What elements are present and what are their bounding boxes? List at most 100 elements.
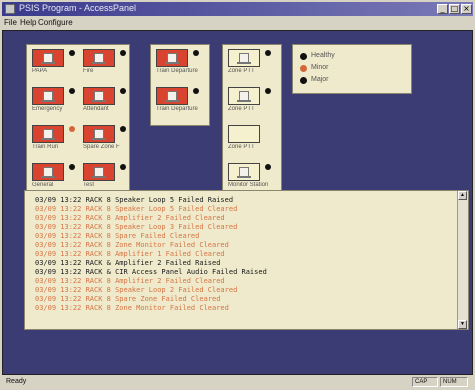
log-entry: 03/09 13:22 RACK 8 Amplifier 2 Failed Cl…: [35, 277, 225, 285]
tile-label: Train Departure: [156, 68, 198, 74]
menu-bar: File Help Configure: [2, 17, 473, 29]
log-entry: 03/09 13:22 RACK 8 Speaker Loop 2 Failed…: [35, 286, 238, 294]
tile-general[interactable]: General: [32, 163, 84, 191]
tile-button[interactable]: [156, 49, 188, 67]
speaker-icon: [237, 91, 251, 102]
status-cap: CAP: [412, 377, 438, 387]
tile-zone-ptt-2[interactable]: Zone PTT: [228, 87, 280, 115]
status-bar: Ready CAP NUM: [2, 377, 473, 388]
status-indicator: [120, 50, 126, 56]
speaker-icon: [41, 53, 55, 64]
status-indicator: [265, 88, 271, 94]
log-entry: 03/09 13:22 RACK 8 Zone Monitor Failed C…: [35, 304, 229, 312]
tile-button[interactable]: [228, 87, 260, 105]
speaker-icon: [92, 129, 106, 140]
tile-label: Zone PTT: [228, 68, 255, 74]
status-indicator: [69, 126, 75, 132]
menu-help[interactable]: Help: [20, 18, 36, 27]
tile-label: Test: [83, 182, 95, 188]
tile-button[interactable]: [32, 49, 64, 67]
tile-label: Zone PTT: [228, 106, 255, 112]
tile-button[interactable]: [228, 125, 260, 143]
minimize-button[interactable]: _: [437, 4, 448, 14]
log-entry: 03/09 13:22 RACK 8 Speaker Loop 5 Failed…: [35, 196, 234, 204]
log-entry: 03/09 13:22 RACK 8 Amplifier 2 Failed Cl…: [35, 214, 225, 222]
tile-button[interactable]: [83, 49, 115, 67]
legend-dot: [300, 77, 307, 84]
speaker-icon: [165, 53, 179, 64]
status-indicator: [193, 50, 199, 56]
status-indicator: [193, 88, 199, 94]
status-indicator: [69, 50, 75, 56]
tile-button[interactable]: [228, 163, 260, 181]
speaker-icon: [237, 53, 251, 64]
tile-fire[interactable]: Fire: [83, 49, 135, 77]
status-indicator: [265, 164, 271, 170]
menu-configure[interactable]: Configure: [38, 18, 73, 27]
tile-monitor-station[interactable]: Monitor Station: [228, 163, 280, 191]
legend-item-minor: Minor: [300, 64, 400, 74]
app-icon: [5, 4, 15, 14]
speaker-icon: [92, 53, 106, 64]
status-indicator: [120, 88, 126, 94]
status-num: NUM: [440, 377, 468, 387]
status-indicator: [69, 88, 75, 94]
tile-attendant[interactable]: Attendant: [83, 87, 135, 115]
log-entry: 03/09 13:22 RACK & Amplifier 2 Failed Ra…: [35, 259, 221, 267]
legend-dot: [300, 65, 307, 72]
tile-button[interactable]: [32, 163, 64, 181]
tile-train-departure-2[interactable]: Train Departure: [156, 87, 208, 115]
log-entry: 03/09 13:22 RACK 8 Zone Monitor Failed C…: [35, 241, 229, 249]
maximize-button[interactable]: □: [449, 4, 460, 14]
legend-item-major: Major: [300, 76, 400, 86]
tile-button[interactable]: [32, 125, 64, 143]
tile-button[interactable]: [83, 87, 115, 105]
tile-spare-zone[interactable]: Spare Zone F: [83, 125, 135, 153]
app-window: PSIS Program - AccessPanel _ □ × File He…: [0, 0, 475, 390]
tile-train-run[interactable]: Train Run: [32, 125, 84, 153]
status-indicator: [120, 126, 126, 132]
tile-button[interactable]: [83, 125, 115, 143]
tile-button[interactable]: [83, 163, 115, 181]
tile-button[interactable]: [228, 49, 260, 67]
tile-label: Train Departure: [156, 106, 198, 112]
event-log[interactable]: 03/09 13:22 RACK 8 Speaker Loop 5 Failed…: [24, 190, 469, 330]
tile-test[interactable]: Test: [83, 163, 135, 191]
tile-label: PAPA: [32, 68, 48, 74]
panel-group-1: PAPA Fire Emergency Attendant Train Run …: [26, 44, 130, 200]
tile-label: General: [32, 182, 54, 188]
panel-group-2: Train Departure Train Departure: [150, 44, 210, 126]
status-indicator: [265, 50, 271, 56]
tile-label: Fire: [83, 68, 94, 74]
legend-label: Healthy: [311, 52, 335, 59]
scroll-up-icon[interactable]: ▲: [458, 191, 467, 200]
tile-label: Emergency: [32, 106, 63, 112]
tile-train-departure-1[interactable]: Train Departure: [156, 49, 208, 77]
tile-label: Train Run: [32, 144, 59, 150]
log-entry: 03/09 13:22 RACK & CIR Access Panel Audi…: [35, 268, 267, 276]
speaker-icon: [41, 129, 55, 140]
speaker-icon: [41, 167, 55, 178]
panel-group-3: Zone PTT Zone PTT Zone PTT Monitor Stati…: [222, 44, 282, 200]
legend-label: Major: [311, 76, 329, 83]
tile-zone-ptt-3[interactable]: Zone PTT: [228, 125, 280, 153]
scroll-down-icon[interactable]: ▼: [458, 320, 467, 329]
log-entry: 03/09 13:22 RACK 8 Speaker Loop 3 Failed…: [35, 223, 238, 231]
tile-label: Zone PTT: [228, 144, 255, 150]
close-button[interactable]: ×: [461, 4, 472, 14]
tile-zone-ptt-1[interactable]: Zone PTT: [228, 49, 280, 77]
legend-dot: [300, 53, 307, 60]
log-entry: 03/09 13:22 RACK 8 Amplifier 1 Failed Cl…: [35, 250, 225, 258]
tile-emergency[interactable]: Emergency: [32, 87, 84, 115]
log-scrollbar[interactable]: ▲ ▼: [457, 191, 468, 329]
menu-file[interactable]: File: [4, 18, 17, 27]
log-entry: 03/09 13:22 RACK 8 Spare Zone Failed Cle…: [35, 295, 221, 303]
speaker-icon: [237, 167, 251, 178]
tile-papa[interactable]: PAPA: [32, 49, 84, 77]
title-bar[interactable]: PSIS Program - AccessPanel _ □ ×: [2, 2, 473, 16]
tile-button[interactable]: [32, 87, 64, 105]
speaker-icon: [41, 91, 55, 102]
tile-button[interactable]: [156, 87, 188, 105]
speaker-icon: [165, 91, 179, 102]
status-text: Ready: [6, 378, 27, 385]
